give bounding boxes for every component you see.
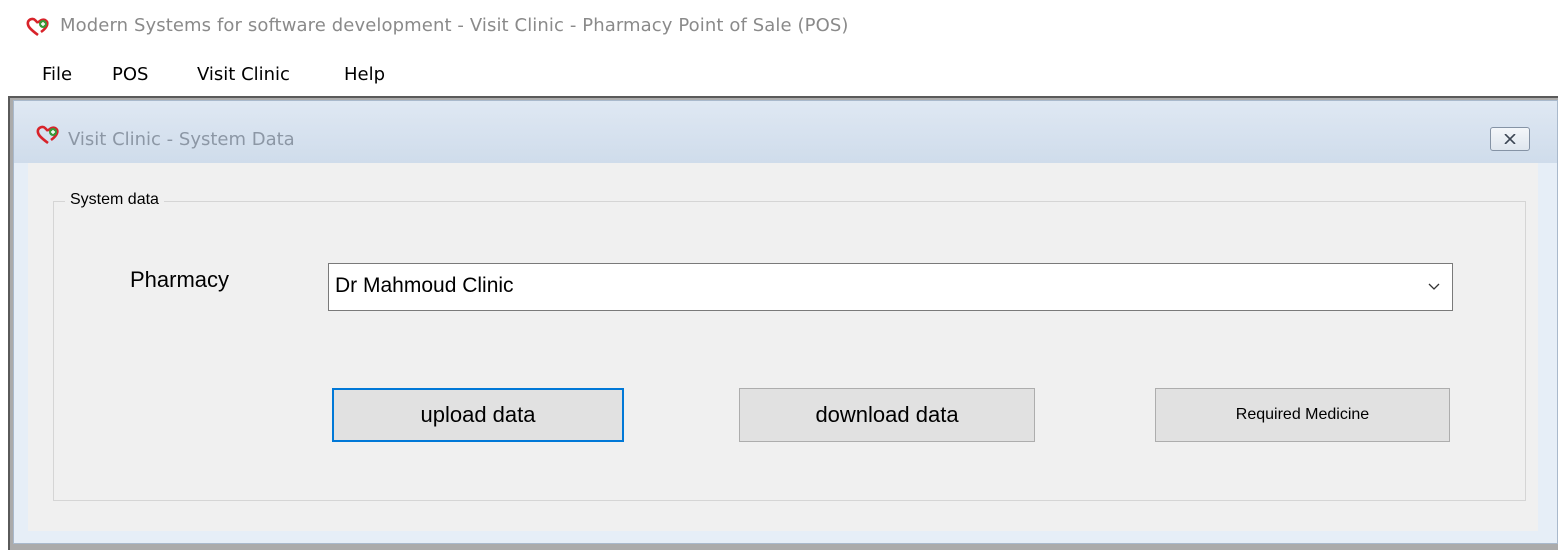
menu-pos[interactable]: POS — [108, 62, 152, 87]
required-medicine-button[interactable]: Required Medicine — [1155, 388, 1450, 442]
menu-help[interactable]: Help — [340, 62, 389, 87]
chevron-down-icon[interactable] — [1428, 283, 1440, 291]
upload-data-button[interactable]: upload data — [332, 388, 624, 442]
client-area: System data Pharmacy Dr Mahmoud Clinic u… — [28, 163, 1538, 531]
app-title-bar: Modern Systems for software development … — [0, 0, 1558, 54]
pharmacy-label: Pharmacy — [130, 267, 230, 292]
menu-visit-clinic[interactable]: Visit Clinic — [193, 62, 294, 87]
app-title: Modern Systems for software development … — [60, 15, 849, 36]
close-button[interactable] — [1490, 127, 1530, 151]
close-icon — [1504, 134, 1516, 144]
download-data-button[interactable]: download data — [739, 388, 1035, 442]
heart-logo-icon — [36, 125, 59, 145]
group-label: System data — [65, 191, 164, 209]
child-title-bar[interactable]: Visit Clinic - System Data — [14, 101, 1557, 163]
system-data-groupbox — [53, 201, 1526, 501]
menu-file[interactable]: File — [38, 62, 76, 87]
child-window-title: Visit Clinic - System Data — [68, 129, 295, 150]
pharmacy-selected-value: Dr Mahmoud Clinic — [335, 274, 514, 297]
heart-logo-icon — [26, 17, 49, 37]
system-data-window: Visit Clinic - System Data System data P… — [13, 100, 1558, 544]
menu-bar: File POS Visit Clinic Help — [0, 54, 1558, 94]
pharmacy-select[interactable]: Dr Mahmoud Clinic — [328, 263, 1453, 311]
